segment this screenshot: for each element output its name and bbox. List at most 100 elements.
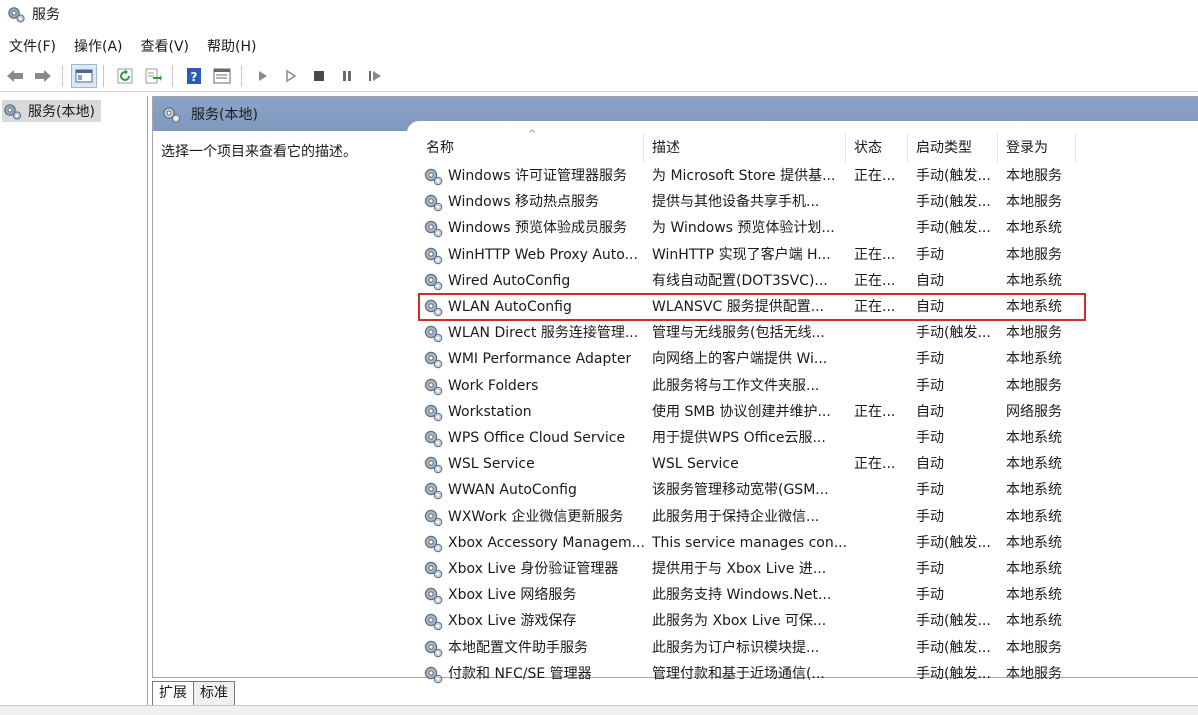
service-startup-type-cell: 手动 [916, 351, 944, 368]
column-header-startup-type[interactable]: 启动类型 [908, 133, 998, 163]
properties-icon[interactable] [209, 64, 235, 88]
table-row[interactable]: WWAN AutoConfig 该服务管理移动宽带(GSM... 手动 本地系统 [418, 477, 1098, 503]
service-description-cell: 此服务用于保持企业微信... [652, 508, 820, 525]
tree-item-label: 服务(本地) [28, 104, 95, 120]
forward-icon[interactable] [30, 64, 56, 88]
show-hide-tree-icon[interactable] [71, 63, 97, 88]
service-startup-type-cell: 手动(触发... [916, 325, 991, 342]
table-row[interactable]: Windows 预览体验成员服务为 Windows 预览体验计划... 手动(触发… [418, 215, 1098, 241]
table-row[interactable]: Xbox Live 游戏保存 此服务为 Xbox Live 可保... 手动(触发.… [418, 608, 1098, 634]
table-row[interactable]: Windows 移动热点服务 提供与其他设备共享手机... 手动(触发... 本地服务 [418, 189, 1098, 215]
service-status-cell [846, 425, 908, 451]
start-service-alt-icon[interactable] [278, 64, 304, 88]
service-name-cell: 付款和 NFC/SE 管理器 [418, 661, 644, 687]
service-logon-cell: 本地系统 [1006, 220, 1062, 237]
start-service-icon[interactable] [250, 64, 276, 88]
pane-header-title: 服务(本地) [191, 107, 258, 123]
menu-view[interactable]: 查看(V) [132, 36, 199, 56]
service-logon-cell: 本地系统 [1006, 272, 1062, 289]
service-name-cell: 本地配置文件助手服务 [418, 635, 644, 661]
service-status-cell [846, 504, 908, 530]
service-name-cell: WPS Office Cloud Service [418, 425, 644, 451]
table-row[interactable]: WinHTTP Web Proxy Auto... WinHTTP 实现了客户端 … [418, 242, 1098, 268]
service-startup-type-cell: 手动(触发... [916, 665, 991, 682]
service-gear-icon [422, 558, 444, 580]
refresh-icon[interactable] [112, 64, 138, 88]
menu-help[interactable]: 帮助(H) [198, 36, 265, 56]
menu-file[interactable]: 文件(F) [0, 36, 65, 56]
table-row[interactable]: WXWork 企业微信更新服务 此服务用于保持企业微信... 手动 本地系统 [418, 504, 1098, 530]
service-logon-cell: 本地服务 [1006, 377, 1062, 394]
service-name-cell: WinHTTP Web Proxy Auto... [418, 242, 644, 268]
service-status-cell [846, 661, 908, 687]
service-description-cell: 提供用于与 Xbox Live 进... [652, 561, 827, 577]
service-status-cell: 正在... [854, 299, 896, 315]
table-row[interactable]: WSL Service WSL Service 正在... 自动 本地系统 [418, 451, 1098, 477]
service-description-cell: WLANSVC 服务提供配置... [652, 299, 825, 315]
service-gear-icon [422, 610, 444, 632]
table-row[interactable]: Wired AutoConfig 有线自动配置(DOT3SVC)... 正在... 自… [418, 268, 1098, 294]
service-logon-cell: 本地系统 [1006, 430, 1062, 446]
table-row[interactable]: Windows 许可证管理器服务为 Microsoft Store 提供基...… [418, 163, 1098, 189]
service-status-cell [846, 346, 908, 372]
service-gear-icon [422, 348, 444, 370]
service-name-cell: Work Folders [418, 373, 644, 399]
tab-extended[interactable]: 扩展 [152, 681, 194, 705]
export-list-icon[interactable] [140, 64, 166, 88]
service-description-cell: This service manages con... [652, 534, 846, 551]
pause-service-icon[interactable] [334, 64, 360, 88]
column-header-name[interactable]: 名称 ^ [418, 129, 644, 163]
table-row[interactable]: Xbox Accessory Managem... This service ma… [418, 530, 1098, 556]
service-startup-type-cell: 手动(触发... [916, 168, 991, 184]
help-icon[interactable]: ? [181, 64, 207, 88]
service-description-cell: 管理与无线服务(包括无线... [652, 325, 825, 342]
tree-item-services-local[interactable]: 服务(本地) [2, 100, 101, 122]
service-gear-icon [422, 427, 444, 449]
service-startup-type-cell: 手动(触发... [916, 639, 991, 656]
table-row[interactable]: WLAN Direct 服务连接管理... 管理与无线服务(包括无线... 手动(触… [418, 320, 1098, 346]
column-header-log-on-as[interactable]: 登录为 [998, 133, 1076, 163]
menu-action[interactable]: 操作(A) [65, 36, 132, 56]
services-gear-icon [163, 107, 181, 123]
pane-header-tab: 服务(本地) [161, 102, 258, 126]
table-row[interactable]: WLAN AutoConfig WLANSVC 服务提供配置... 正在... 自动 本… [418, 294, 1098, 320]
resume-service-icon[interactable] [362, 64, 388, 88]
service-name-cell: Windows 预览体验成员服务 [418, 215, 644, 241]
column-header-description[interactable]: 描述 [644, 133, 846, 163]
service-gear-icon [422, 663, 444, 685]
table-row[interactable]: WMI Performance Adapter 向网络上的客户端提供 Wi... 手… [418, 346, 1098, 372]
toolbar-separator [103, 64, 104, 87]
service-gear-icon [422, 296, 444, 318]
service-name-cell: Wired AutoConfig [418, 268, 644, 294]
table-row[interactable]: 付款和 NFC/SE 管理器 管理付款和基于近场通信(... 手动(触发... 本地服… [418, 661, 1098, 687]
table-row[interactable]: Xbox Live 身份验证管理器 提供用于与 Xbox Live 进... 手动 本… [418, 556, 1098, 582]
service-status-cell [846, 582, 908, 608]
service-status-cell [846, 556, 908, 582]
service-logon-cell: 本地服务 [1006, 168, 1062, 184]
table-row[interactable]: WPS Office Cloud Service 用于提供WPS Office云服… [418, 425, 1098, 451]
service-status-cell [846, 530, 908, 556]
service-name-cell: Xbox Live 身份验证管理器 [418, 556, 644, 582]
back-icon[interactable] [2, 64, 28, 88]
stop-service-icon[interactable] [306, 64, 332, 88]
service-description-cell: 用于提供WPS Office云服... [652, 430, 826, 446]
service-description-cell: 为 Windows 预览体验计划... [652, 220, 835, 237]
service-gear-icon [422, 584, 444, 606]
column-header-status[interactable]: 状态 [846, 133, 908, 163]
service-logon-cell: 本地系统 [1006, 351, 1062, 368]
table-row[interactable]: Work Folders 此服务将与工作文件夹服... 手动 本地服务 [418, 373, 1098, 399]
service-description-cell: WSL Service [652, 456, 739, 473]
table-row[interactable]: Workstation 使用 SMB 协议创建并维护... 正在... 自动 网络服务 [418, 399, 1098, 425]
toolbar-separator [62, 64, 63, 87]
table-row[interactable]: 本地配置文件助手服务 此服务为订户标识模块提... 手动(触发... 本地服务 [418, 635, 1098, 661]
service-gear-icon [422, 191, 444, 213]
service-status-cell: 正在... [854, 168, 896, 184]
service-logon-cell: 本地系统 [1006, 508, 1062, 525]
service-name-cell: Windows 许可证管理器服务 [418, 163, 644, 189]
service-startup-type-cell: 手动 [916, 246, 944, 263]
service-status-cell: 正在... [854, 272, 896, 289]
service-logon-cell: 本地系统 [1006, 299, 1062, 315]
table-row[interactable]: Xbox Live 网络服务 此服务支持 Windows.Net... 手动 本地系统 [418, 582, 1098, 608]
status-bar [0, 706, 1198, 715]
tab-standard[interactable]: 标准 [193, 681, 235, 705]
